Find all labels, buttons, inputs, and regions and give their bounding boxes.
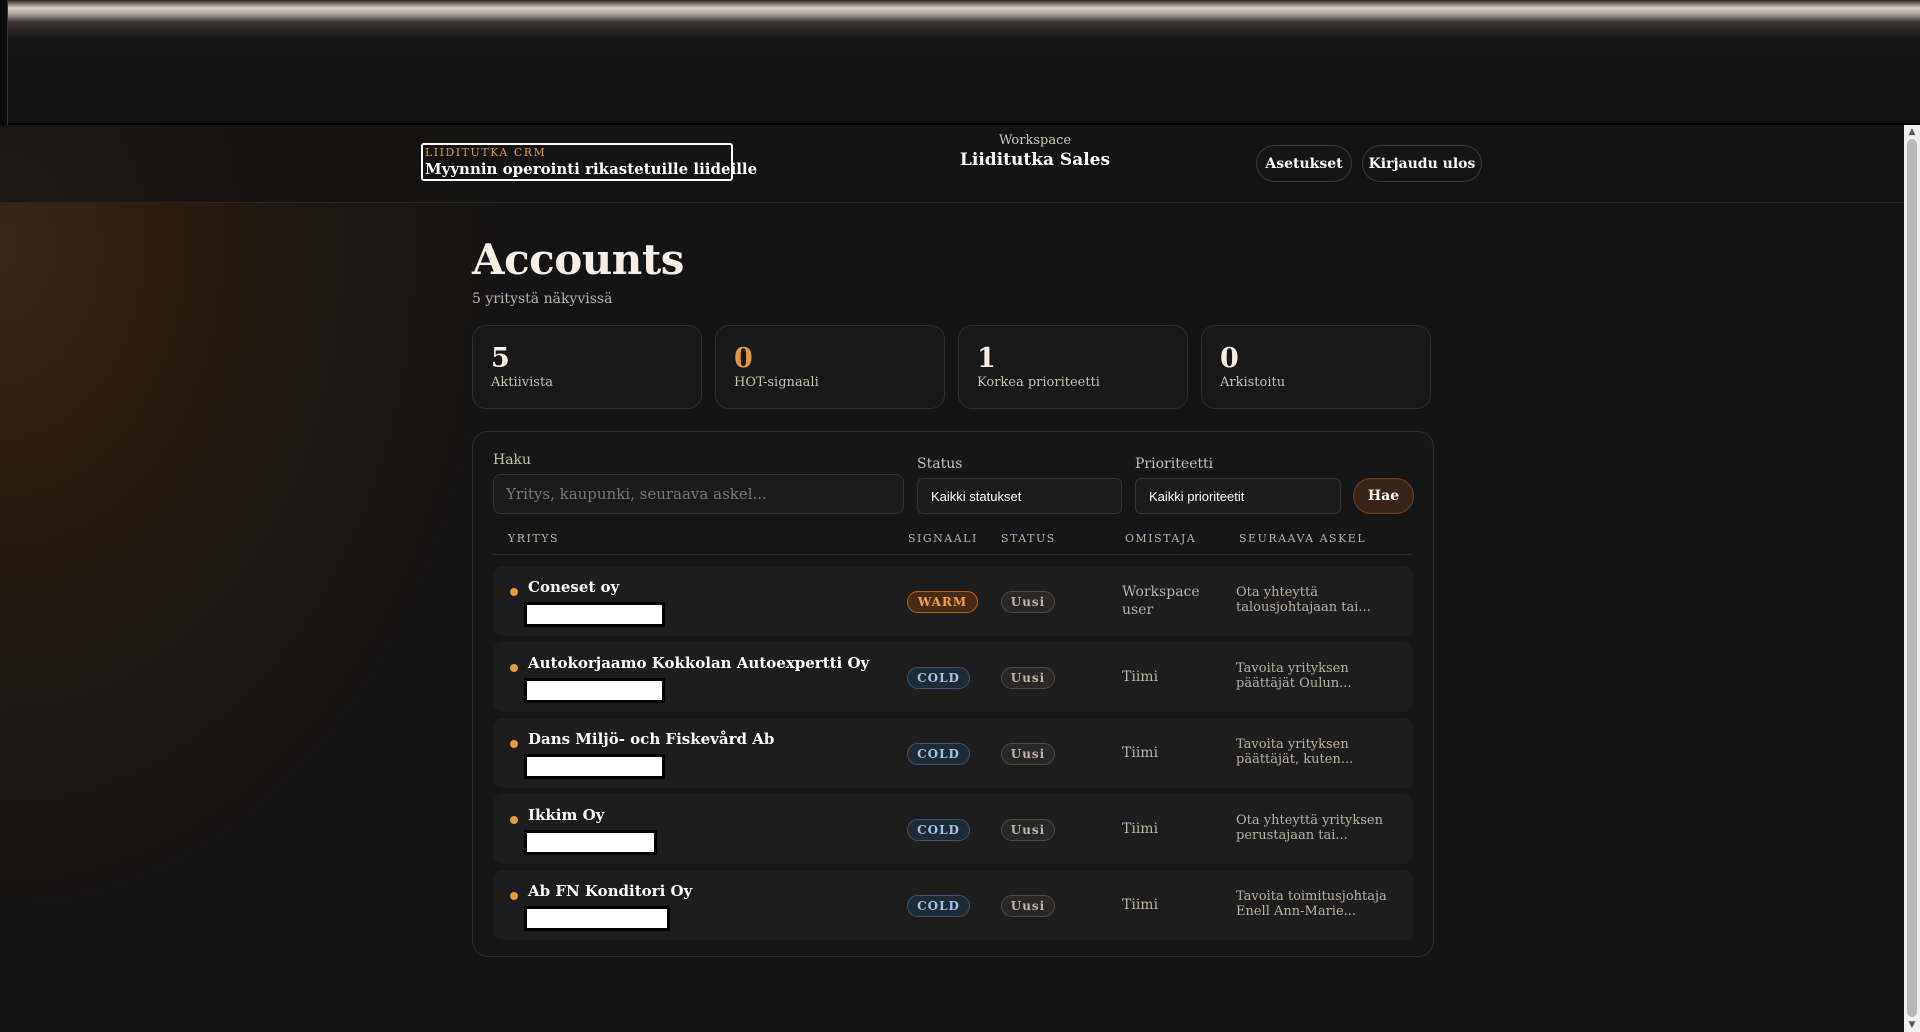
status-badge: Uusi bbox=[1001, 591, 1055, 613]
signal-badge: COLD bbox=[907, 743, 970, 765]
column-header-status: STATUS bbox=[1001, 532, 1056, 545]
owner: Tiimi bbox=[1122, 745, 1159, 761]
redacted-field bbox=[524, 678, 665, 703]
settings-button[interactable]: Asetukset bbox=[1256, 145, 1352, 182]
next-step: Ota yhteyttä yrityksen perustajaan tai..… bbox=[1236, 813, 1383, 843]
brand-title: Myynnin operointi rikastetuille liideill… bbox=[425, 160, 758, 178]
stat-card-archived: 0 Arkistoitu bbox=[1201, 325, 1431, 409]
column-header-signal: SIGNAALI bbox=[908, 532, 978, 545]
table-row[interactable]: Ab FN Konditori Oy COLD Uusi Tiimi Tavoi… bbox=[493, 870, 1413, 940]
top-bar: LIIDITUTKA CRM Myynnin operointi rikaste… bbox=[0, 127, 1904, 203]
owner: Workspace user bbox=[1122, 583, 1200, 619]
column-header-owner: OMISTAJA bbox=[1125, 532, 1197, 545]
workspace-info: Workspace Liiditutka Sales bbox=[935, 133, 1135, 171]
stat-value: 0 bbox=[734, 343, 753, 374]
stat-value: 5 bbox=[491, 343, 510, 374]
priority-select[interactable]: Kaikki prioriteetit bbox=[1135, 478, 1341, 514]
workspace-label: Workspace bbox=[998, 133, 1072, 148]
status-badge: Uusi bbox=[1001, 819, 1055, 841]
owner: Tiimi bbox=[1122, 669, 1159, 685]
browser-chrome bbox=[0, 0, 1920, 125]
scrollbar[interactable]: ▲ ▼ bbox=[1904, 125, 1920, 1032]
scroll-up-arrow-icon[interactable]: ▲ bbox=[1904, 125, 1920, 139]
status-dot-icon bbox=[510, 740, 518, 748]
status-dot-icon bbox=[510, 816, 518, 824]
table-row[interactable]: Dans Miljö- och Fiskevård Ab COLD Uusi T… bbox=[493, 718, 1413, 788]
stat-label: Aktiivista bbox=[491, 375, 553, 390]
next-step: Tavoita yrityksen päättäjät, kuten... bbox=[1236, 737, 1354, 767]
search-input[interactable]: Yritys, kaupunki, seuraava askel... bbox=[493, 474, 904, 514]
status-badge: Uusi bbox=[1001, 667, 1055, 689]
owner-line-1: Workspace bbox=[1122, 584, 1200, 600]
scroll-thumb[interactable] bbox=[1907, 139, 1917, 1017]
table-row[interactable]: Autokorjaamo Kokkolan Autoexpertti Oy CO… bbox=[493, 642, 1413, 712]
status-dot-icon bbox=[510, 664, 518, 672]
next-step: Tavoita yrityksen päättäjät Oulun... bbox=[1236, 661, 1352, 691]
owner: Tiimi bbox=[1122, 821, 1159, 837]
column-header-next-step: SEURAAVA ASKEL bbox=[1239, 532, 1367, 545]
owner: Tiimi bbox=[1122, 897, 1159, 913]
company-name[interactable]: Autokorjaamo Kokkolan Autoexpertti Oy bbox=[528, 654, 869, 672]
next-step: Ota yhteyttä talousjohtajaan tai... bbox=[1236, 585, 1371, 615]
stat-value: 1 bbox=[977, 343, 996, 374]
table-header-divider bbox=[493, 554, 1413, 555]
status-filter-label: Status bbox=[917, 456, 963, 472]
page: LIIDITUTKA CRM Myynnin operointi rikaste… bbox=[0, 127, 1904, 1032]
stat-card-high-priority: 1 Korkea prioriteetti bbox=[958, 325, 1188, 409]
stat-card-hot: 0 HOT-signaali bbox=[715, 325, 945, 409]
scroll-down-arrow-icon[interactable]: ▼ bbox=[1904, 1018, 1920, 1032]
redacted-field bbox=[524, 602, 665, 627]
column-header-company: YRITYS bbox=[508, 532, 560, 545]
logout-button[interactable]: Kirjaudu ulos bbox=[1362, 145, 1482, 182]
stat-label: HOT-signaali bbox=[734, 375, 819, 390]
status-dot-icon bbox=[510, 588, 518, 596]
company-name[interactable]: Ab FN Konditori Oy bbox=[528, 882, 692, 900]
priority-filter-label: Prioriteetti bbox=[1135, 456, 1214, 472]
status-select[interactable]: Kaikki statukset bbox=[917, 478, 1122, 514]
company-name[interactable]: Ikkim Oy bbox=[528, 806, 604, 824]
company-name[interactable]: Dans Miljö- och Fiskevård Ab bbox=[528, 730, 774, 748]
status-badge: Uusi bbox=[1001, 743, 1055, 765]
stat-label: Korkea prioriteetti bbox=[977, 375, 1100, 390]
workspace-name: Liiditutka Sales bbox=[959, 150, 1111, 170]
brand-link[interactable]: LIIDITUTKA CRM Myynnin operointi rikaste… bbox=[421, 143, 758, 181]
browser-chrome-edge bbox=[0, 0, 8, 125]
stat-label: Arkistoitu bbox=[1220, 375, 1286, 390]
signal-badge: COLD bbox=[907, 819, 970, 841]
page-subtitle: 5 yritystä näkyvissä bbox=[472, 291, 613, 307]
table-row[interactable]: Ikkim Oy COLD Uusi Tiimi Ota yhteyttä yr… bbox=[493, 794, 1413, 864]
signal-badge: WARM bbox=[907, 591, 978, 613]
page-title: Accounts bbox=[472, 235, 684, 284]
owner-line-2: user bbox=[1122, 602, 1154, 618]
accounts-panel: Haku Yritys, kaupunki, seuraava askel...… bbox=[472, 431, 1434, 957]
redacted-field bbox=[524, 830, 657, 855]
redacted-field bbox=[524, 754, 665, 779]
company-name[interactable]: Coneset oy bbox=[528, 578, 619, 596]
next-step: Tavoita toimitusjohtaja Enell Ann-Marie.… bbox=[1236, 889, 1387, 919]
status-dot-icon bbox=[510, 892, 518, 900]
redacted-field bbox=[524, 906, 670, 931]
stat-value: 0 bbox=[1220, 343, 1239, 374]
stat-card-active: 5 Aktiivista bbox=[472, 325, 702, 409]
brand-kicker: LIIDITUTKA CRM bbox=[425, 146, 547, 159]
signal-badge: COLD bbox=[907, 895, 970, 917]
status-badge: Uusi bbox=[1001, 895, 1055, 917]
search-label: Haku bbox=[493, 452, 532, 468]
signal-badge: COLD bbox=[907, 667, 970, 689]
search-placeholder: Yritys, kaupunki, seuraava askel... bbox=[506, 485, 767, 503]
table-row[interactable]: Coneset oy WARM Uusi Workspace user Ota y… bbox=[493, 566, 1413, 636]
search-button[interactable]: Hae bbox=[1353, 478, 1414, 514]
